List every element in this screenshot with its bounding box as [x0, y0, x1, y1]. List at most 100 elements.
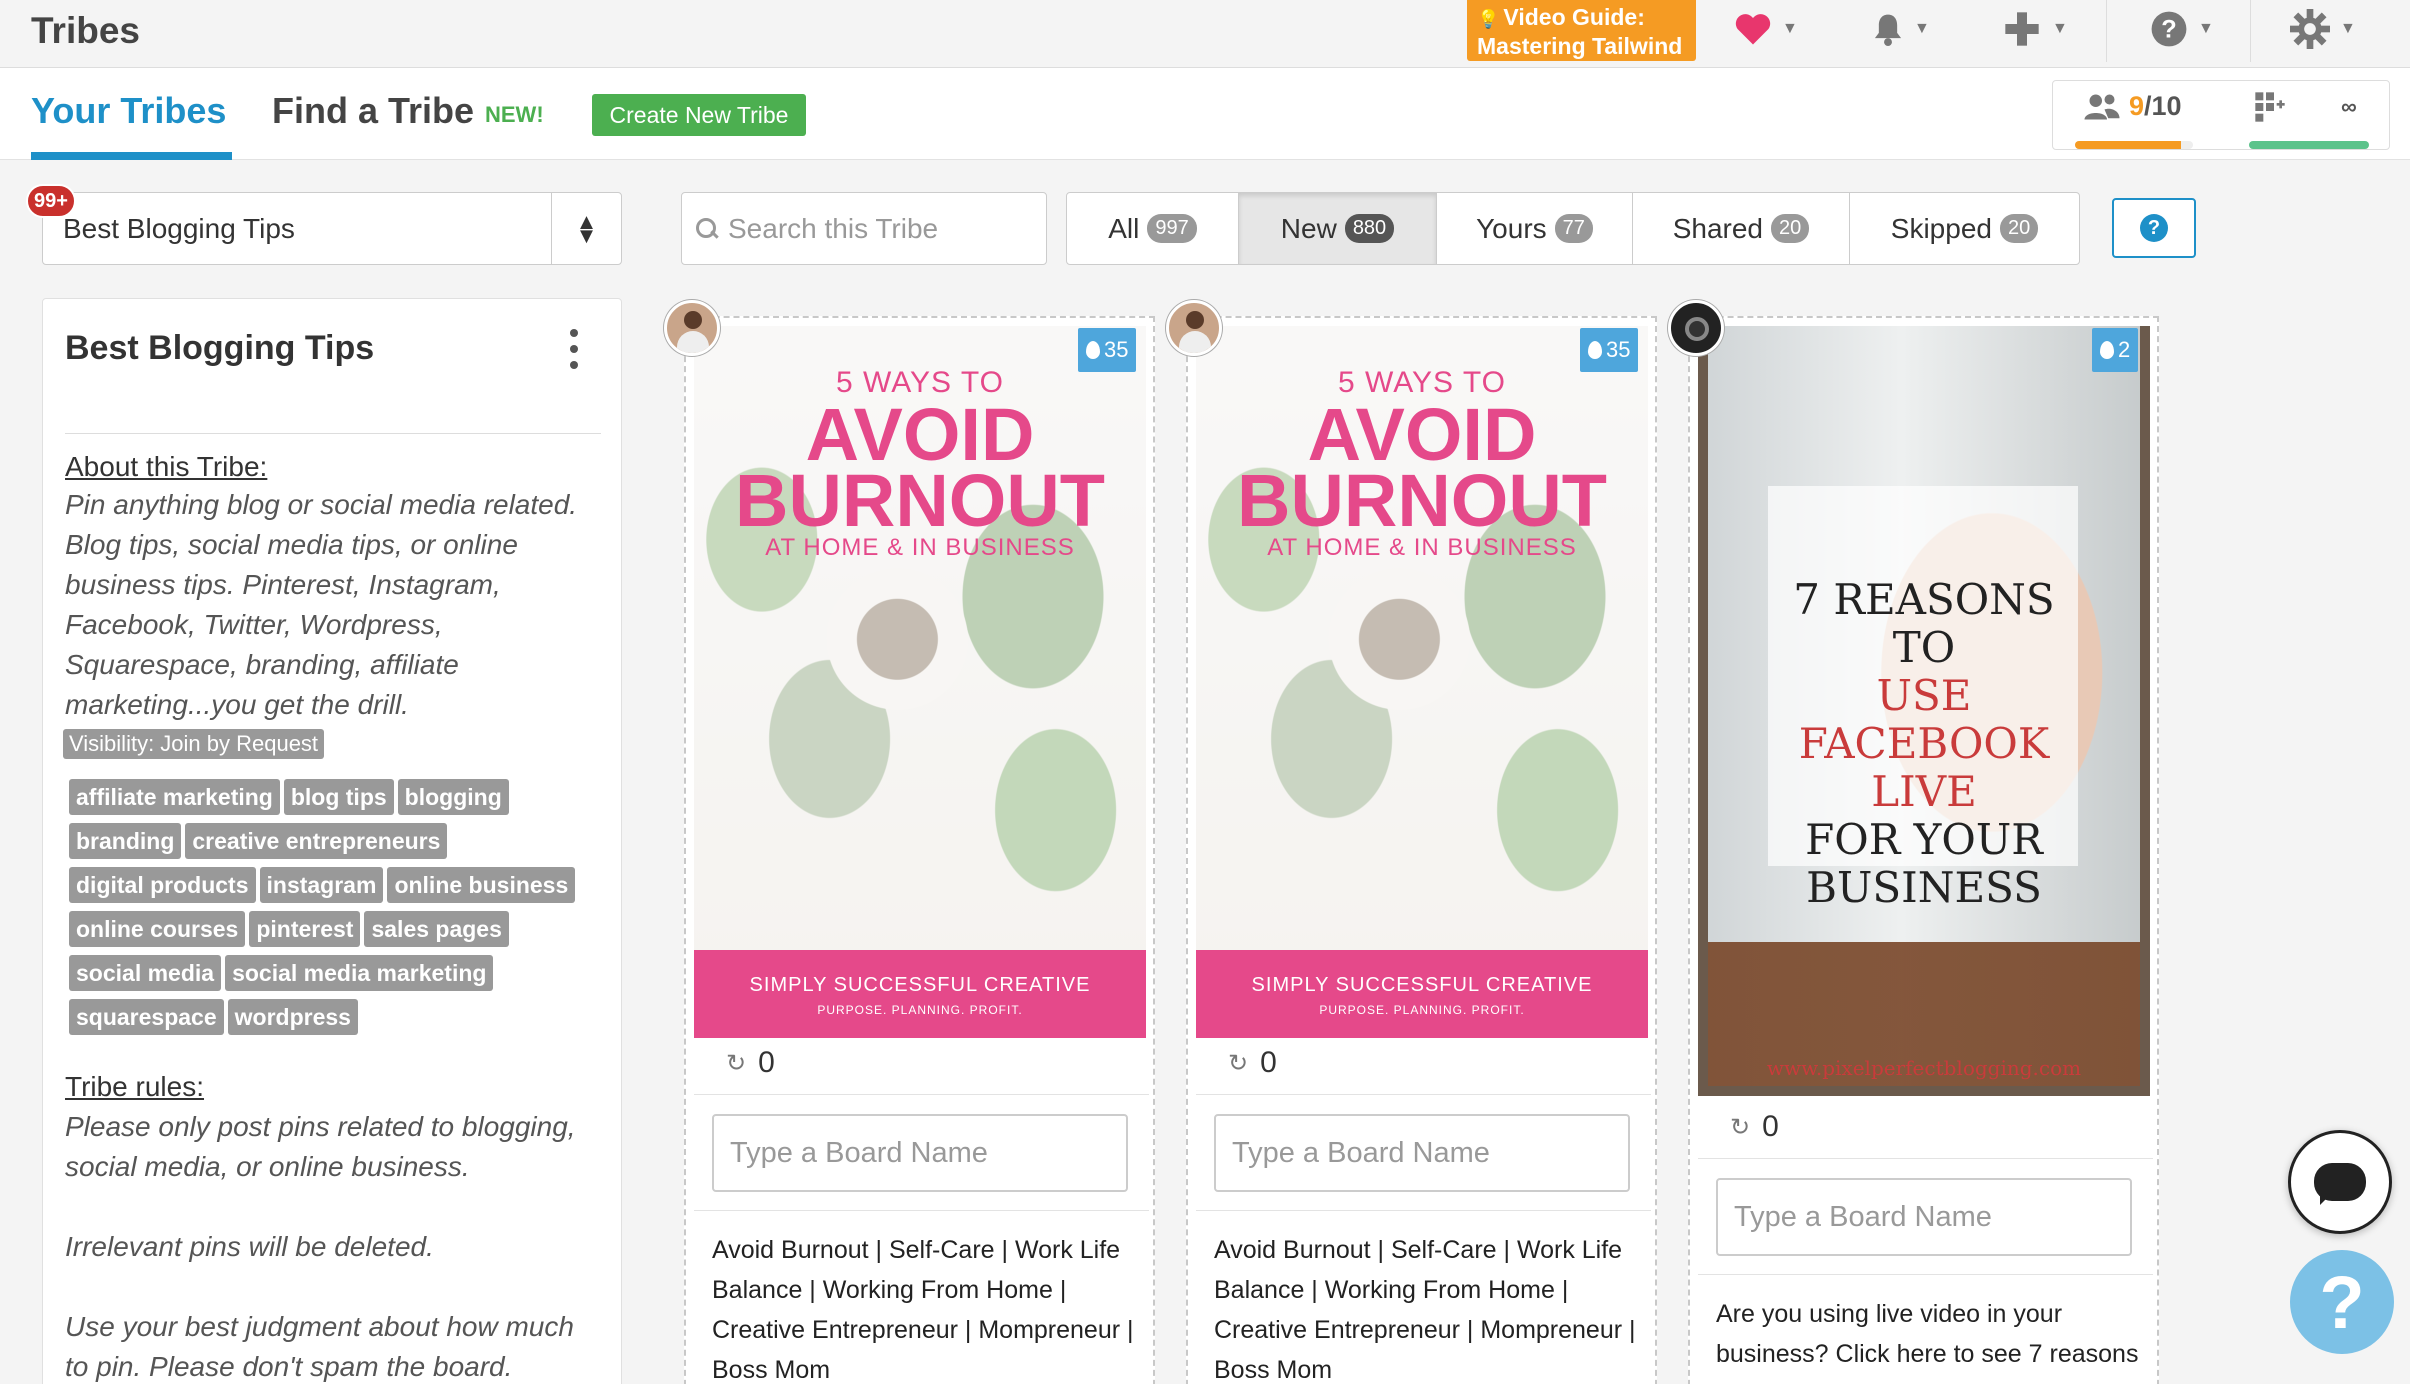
filter-shared-button[interactable]: Shared 20 [1633, 193, 1850, 264]
board-name-input[interactable] [1716, 1178, 2132, 1256]
chevron-down-icon: ▼ [2198, 20, 2214, 37]
pin-card: 5 WAYS TO AVOID BURNOUT AT HOME & IN BUS… [1186, 316, 1657, 1384]
search-icon [696, 217, 718, 240]
tribe-usage-stats[interactable]: 9/10 ∞ [2052, 80, 2390, 150]
tribe-info-panel: Best Blogging Tips About this Tribe: Pin… [42, 298, 622, 1384]
app-title: Tribes [31, 10, 140, 51]
tag[interactable]: digital products [69, 867, 256, 903]
pin-title-big: BURNOUT [735, 459, 1105, 542]
settings-menu[interactable]: ▼ [2290, 0, 2356, 58]
avatar[interactable] [1668, 300, 1724, 356]
chevron-down-icon: ▼ [2052, 20, 2068, 37]
create-new-tribe-button[interactable]: Create New Tribe [592, 94, 806, 136]
pin-title-line: USE [1876, 671, 1972, 720]
tab-your-tribes[interactable]: Your Tribes [31, 90, 226, 132]
pin-footer-sub: PURPOSE. PLANNING. PROFIT. [1319, 1003, 1525, 1017]
tag[interactable]: pinterest [249, 911, 361, 947]
tag-list: affiliate marketing blog tips blogging b… [69, 779, 609, 1035]
tag[interactable]: creative entrepreneurs [185, 823, 448, 859]
filter-label: Skipped [1890, 212, 1992, 244]
filter-all-button[interactable]: All 997 [1067, 193, 1239, 264]
tag[interactable]: affiliate marketing [69, 779, 280, 815]
heat-score: 35 [1104, 337, 1129, 362]
tag[interactable]: branding [69, 823, 182, 859]
pin-title-big: BURNOUT [1237, 459, 1607, 542]
avatar[interactable] [664, 300, 720, 356]
tag[interactable]: social media marketing [225, 955, 494, 991]
repin-count: ↻ 0 [726, 1046, 775, 1080]
pin-filter-group: All 997 New 880 Yours 77 Shared 20 Skipped 20 [1066, 192, 2080, 265]
heat-score: 35 [1606, 337, 1631, 362]
active-tab-indicator [31, 152, 232, 160]
divider [1196, 1210, 1651, 1211]
board-name-input[interactable] [712, 1114, 1128, 1192]
tab-find-a-tribe[interactable]: Find a Tribe [272, 90, 474, 132]
sort-arrows-icon: ▲ ▼ [551, 193, 621, 264]
question-icon: ? [2151, 11, 2187, 47]
divider [2250, 0, 2251, 62]
pin-image[interactable]: 5 WAYS TO AVOID BURNOUT AT HOME & IN BUS… [1196, 326, 1648, 1038]
more-options-icon[interactable] [568, 329, 580, 369]
pin-title-line: 7 REASONS [1793, 575, 2055, 624]
repin-icon: ↻ [1730, 1113, 1751, 1141]
pin-image[interactable]: 7 REASONS TO USE FACEBOOK LIVE FOR YOUR … [1698, 326, 2150, 1096]
tag[interactable]: sales pages [364, 911, 509, 947]
repin-value: 0 [758, 1046, 775, 1079]
filter-new-button[interactable]: New 880 [1239, 193, 1437, 264]
video-guide-button[interactable]: 💡 Video Guide: Mastering Tailwind [1467, 0, 1696, 61]
pin-title-line: LIVE [1871, 767, 1977, 816]
avatar[interactable] [1166, 300, 1222, 356]
about-heading: About this Tribe: [65, 451, 268, 482]
support-help-button[interactable]: ? [2290, 1250, 2394, 1354]
tag[interactable]: squarespace [69, 999, 224, 1035]
help-menu[interactable]: ? ▼ [2150, 0, 2214, 58]
repin-icon: ↻ [1228, 1049, 1249, 1077]
rule-text: Use your best judgment about how much to… [65, 1311, 574, 1382]
flame-icon [2100, 341, 2114, 359]
notifications-menu[interactable]: ▼ [1872, 0, 1930, 58]
boards-stat: ∞ [2253, 91, 2357, 123]
filter-yours-button[interactable]: Yours 77 [1437, 193, 1633, 264]
pin-url: www.pixelperfectblogging.com [1766, 1056, 2082, 1080]
tag[interactable]: blog tips [283, 779, 394, 815]
top-bar: Tribes 💡 Video Guide: Mastering Tailwind … [0, 0, 2410, 68]
members-progress-bar [2075, 141, 2193, 149]
pin-card: 5 WAYS TO AVOID BURNOUT AT HOME & IN BUS… [684, 316, 1155, 1384]
video-guide-line1: Video Guide: [1503, 4, 1645, 30]
divider [65, 433, 601, 434]
divider [1698, 1158, 2153, 1159]
pin-footer-sub: PURPOSE. PLANNING. PROFIT. [817, 1003, 1023, 1017]
search-field[interactable] [681, 192, 1047, 265]
repin-value: 0 [1762, 1110, 1779, 1143]
chat-button[interactable] [2288, 1130, 2392, 1234]
filter-count: 20 [1771, 214, 1810, 243]
filter-skipped-button[interactable]: Skipped 20 [1850, 193, 2079, 264]
tag[interactable]: instagram [259, 867, 384, 903]
heart-icon [1735, 14, 1771, 45]
lightbulb-icon: 💡 [1477, 9, 1500, 29]
board-name-input[interactable] [1214, 1114, 1630, 1192]
boards-progress-fill [2249, 141, 2369, 149]
filter-label: All [1108, 212, 1140, 244]
tribe-help-button[interactable]: ? [2112, 198, 2196, 258]
tribe-dropdown-value: Best Blogging Tips [63, 213, 295, 244]
flame-icon [1086, 341, 1100, 359]
add-menu[interactable]: ▼ [2002, 0, 2068, 58]
favorites-menu[interactable]: ▼ [1734, 0, 1798, 58]
gear-icon [2290, 9, 2330, 49]
tribe-dropdown[interactable]: Best Blogging Tips ▲ ▼ [42, 192, 622, 265]
board-grid-plus-icon [2255, 92, 2285, 122]
members-total: /10 [2144, 91, 2182, 121]
pin-image[interactable]: 5 WAYS TO AVOID BURNOUT AT HOME & IN BUS… [694, 326, 1146, 1038]
tag[interactable]: blogging [397, 779, 509, 815]
tag[interactable]: online courses [69, 911, 246, 947]
search-input[interactable] [728, 212, 1028, 245]
pin-title-line: FOR YOUR [1805, 815, 2043, 864]
members-progress-fill [2075, 141, 2182, 149]
about-text: Pin anything blog or social media relate… [65, 489, 578, 720]
tag[interactable]: wordpress [227, 999, 358, 1035]
tag[interactable]: social media [69, 955, 222, 991]
repin-count: ↻ 0 [1730, 1110, 1779, 1144]
tag[interactable]: online business [387, 867, 576, 903]
repin-icon: ↻ [726, 1049, 747, 1077]
